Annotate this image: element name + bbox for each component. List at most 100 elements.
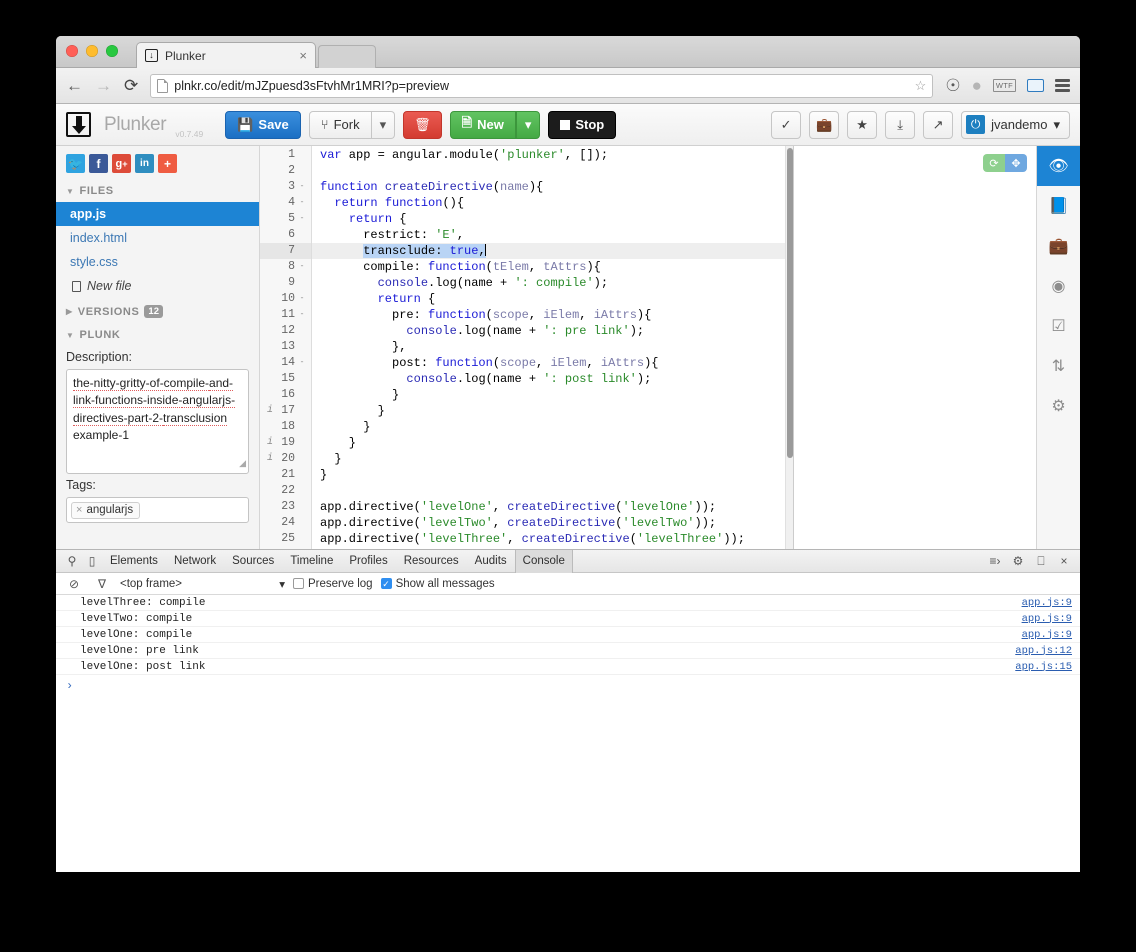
code-line[interactable] — [312, 163, 793, 179]
close-icon[interactable]: × — [1054, 554, 1074, 568]
code-line[interactable]: app.directive('levelOne', createDirectiv… — [312, 499, 793, 515]
new-tab-button[interactable] — [318, 45, 376, 68]
extension-pin-icon[interactable]: ● — [972, 77, 982, 94]
docs-book-icon[interactable]: 📘 — [1037, 186, 1080, 226]
tags-input[interactable]: × angularjs — [66, 497, 249, 523]
code-editor[interactable]: 1 2 3-4-5-6 7 8-9 10-11-12 13 14-15 16 i 17 18 i 19 i 2… — [260, 146, 793, 549]
gutter-line[interactable]: 10- — [260, 291, 311, 307]
code-line[interactable]: console.log(name + ': post link'); — [312, 371, 793, 387]
preview-refresh-icon[interactable]: ⟳ — [983, 154, 1005, 172]
gutter-line[interactable]: 5- — [260, 211, 311, 227]
code-line[interactable]: compile: function(tElem, tAttrs){ — [312, 259, 793, 275]
google-plus-icon[interactable]: g + — [112, 154, 131, 173]
code-line[interactable]: } — [312, 451, 793, 467]
save-button[interactable]: 💾 Save — [225, 110, 301, 139]
console-prompt[interactable]: › — [56, 675, 1080, 693]
tab-console[interactable]: Console — [514, 549, 573, 573]
gutter-line[interactable]: 8- — [260, 259, 311, 275]
description-input[interactable]: the-nitty-gritty-of-compile-and-link-fun… — [66, 369, 249, 474]
code-line[interactable]: return function(){ — [312, 195, 793, 211]
gutter-line[interactable]: 4- — [260, 195, 311, 211]
console-message-source-link[interactable]: app.js:9 — [1022, 613, 1072, 625]
tab-audits[interactable]: Audits — [467, 550, 515, 573]
gutter-line[interactable]: 14- — [260, 355, 311, 371]
code-line[interactable] — [312, 483, 793, 499]
console-message-source-link[interactable]: app.js:15 — [1015, 661, 1072, 673]
fork-button[interactable]: ⑂ Fork — [308, 110, 372, 139]
gutter-line[interactable]: 18 — [260, 419, 311, 435]
sync-icon[interactable]: ⇅ — [1037, 346, 1080, 386]
code-line[interactable]: post: function(scope, iElem, iAttrs){ — [312, 355, 793, 371]
gutter-line[interactable]: 3- — [260, 179, 311, 195]
tab-close-icon[interactable]: × — [293, 48, 307, 63]
tag-chip[interactable]: × angularjs — [71, 501, 141, 519]
editor-code-area[interactable]: var app = angular.module('plunker', []);… — [312, 146, 793, 549]
twitter-icon[interactable]: 🐦 — [66, 154, 85, 173]
code-line[interactable]: console.log(name + ': compile'); — [312, 275, 793, 291]
dock-side-icon[interactable]: ⎕ — [1031, 554, 1051, 569]
code-line[interactable]: } — [312, 435, 793, 451]
star-icon[interactable]: ★ — [847, 110, 878, 139]
external-link-icon[interactable]: ↗ — [923, 110, 954, 139]
console-message-source-link[interactable]: app.js:12 — [1015, 645, 1072, 657]
console-message-source-link[interactable]: app.js:9 — [1022, 597, 1072, 609]
extension-wtf-icon[interactable]: WTF — [992, 79, 1016, 92]
settings-gear-icon[interactable]: ⚙ — [1037, 386, 1080, 426]
sidebar-file-style-css[interactable]: style.css — [56, 250, 259, 274]
code-line[interactable]: pre: function(scope, iElem, iAttrs){ — [312, 307, 793, 323]
console-message-source-link[interactable]: app.js:9 — [1022, 629, 1072, 641]
address-bar[interactable]: plnkr.co/edit/mJZpuesd3sFtvhMr1MRI?p=pre… — [150, 73, 934, 98]
code-line[interactable]: restrict: 'E', — [312, 227, 793, 243]
forward-icon[interactable]: → — [95, 77, 112, 94]
user-menu[interactable]: ⏻ jvandemo ▾ — [961, 110, 1070, 139]
dashboard-icon[interactable]: ◉ — [1037, 266, 1080, 306]
minimize-window-button[interactable] — [86, 45, 98, 57]
gutter-line[interactable]: i 17 — [260, 403, 311, 419]
code-line[interactable]: app.directive('levelThree', createDirect… — [312, 531, 793, 547]
back-icon[interactable]: ← — [66, 77, 83, 94]
clear-console-icon[interactable]: ⊘ — [64, 577, 84, 591]
gutter-line[interactable]: 11- — [260, 307, 311, 323]
share-more-icon[interactable]: + — [158, 154, 177, 173]
new-button[interactable]: 🗎 New — [449, 110, 516, 139]
sidebar-file-app-js[interactable]: app.js — [56, 202, 259, 226]
extension-screen-icon[interactable] — [1027, 79, 1044, 92]
files-section-header[interactable]: ▼ FILES — [56, 179, 259, 202]
preview-expand-icon[interactable]: ✥ — [1005, 154, 1027, 172]
linkedin-icon[interactable]: in — [135, 154, 154, 173]
gutter-line[interactable]: 1 — [260, 147, 311, 163]
gutter-line[interactable]: 7 — [260, 243, 311, 259]
code-line[interactable]: } — [312, 467, 793, 483]
device-toolbar-icon[interactable]: ▯ — [82, 554, 102, 568]
tab-resources[interactable]: Resources — [396, 550, 467, 573]
gutter-line[interactable]: 24 — [260, 515, 311, 531]
reload-icon[interactable]: ⟳ — [124, 76, 138, 96]
tab-profiles[interactable]: Profiles — [341, 550, 395, 573]
browser-tab[interactable]: ↓ Plunker × — [136, 42, 316, 68]
sidebar-file-index-html[interactable]: index.html — [56, 226, 259, 250]
tab-network[interactable]: Network — [166, 550, 224, 573]
gutter-line[interactable]: 22 — [260, 483, 311, 499]
code-line[interactable]: } — [312, 403, 793, 419]
preserve-log-checkbox[interactable]: Preserve log — [293, 578, 373, 590]
close-window-button[interactable] — [66, 45, 78, 57]
tab-timeline[interactable]: Timeline — [282, 550, 341, 573]
tab-elements[interactable]: Elements — [102, 550, 166, 573]
download-icon[interactable]: ⤓ — [885, 110, 916, 139]
gutter-line[interactable]: i 20 — [260, 451, 311, 467]
gutter-line[interactable]: 6 — [260, 227, 311, 243]
check-icon[interactable]: ✓ — [771, 110, 802, 139]
code-line[interactable]: return { — [312, 211, 793, 227]
gutter-line[interactable]: i 19 — [260, 435, 311, 451]
code-line[interactable]: transclude: true, — [312, 243, 793, 259]
code-line[interactable]: app.directive('levelTwo', createDirectiv… — [312, 515, 793, 531]
search-icon[interactable]: ⚲ — [62, 554, 82, 568]
code-line[interactable]: } — [312, 387, 793, 403]
code-line[interactable]: }, — [312, 339, 793, 355]
delete-button[interactable]: 🗑 — [403, 110, 442, 139]
code-line[interactable]: console.log(name + ': pre link'); — [312, 323, 793, 339]
frame-selector[interactable]: <top frame> ▾ — [120, 577, 285, 591]
devtools-settings-icon[interactable]: ⚙ — [1008, 554, 1028, 568]
code-line[interactable]: var app = angular.module('plunker', []); — [312, 147, 793, 163]
extension-circle-icon[interactable]: ☉ — [945, 77, 960, 94]
